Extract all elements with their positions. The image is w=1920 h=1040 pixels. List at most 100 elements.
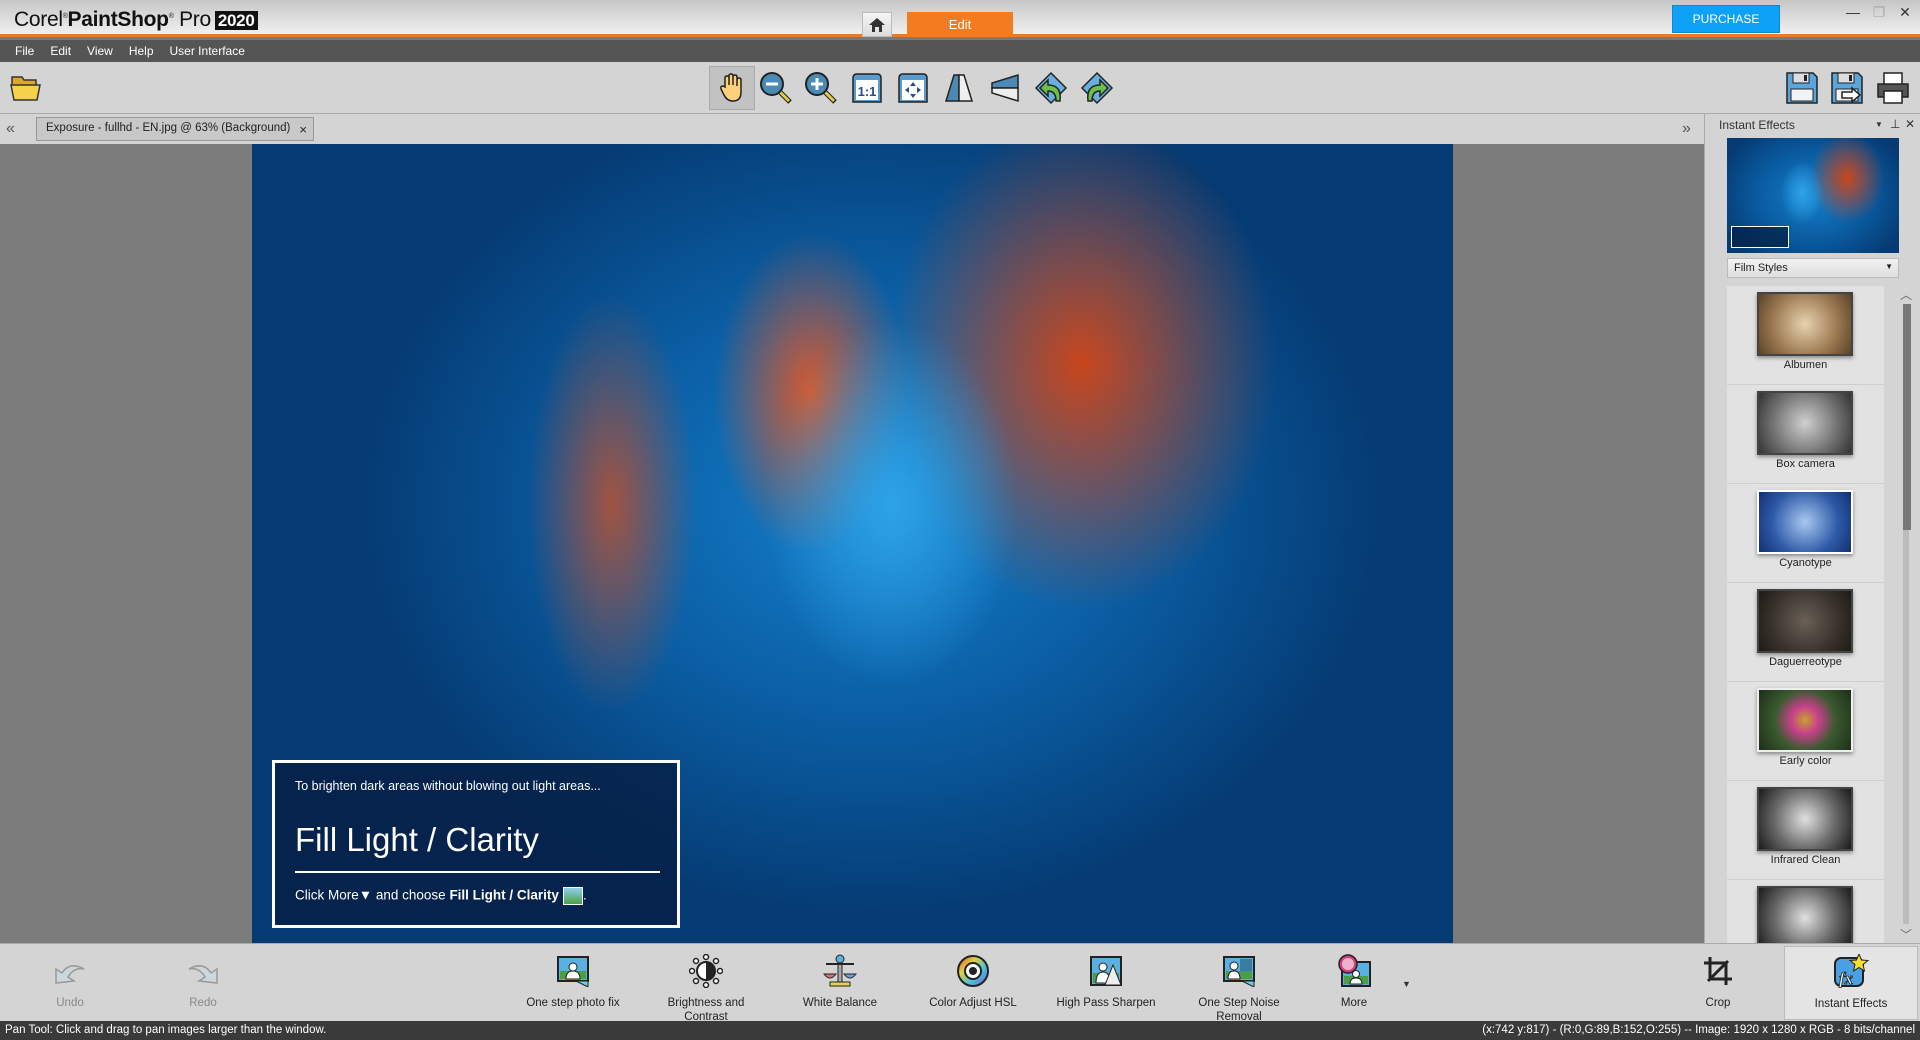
effect-thumbnail [1757, 886, 1853, 943]
redo-label: Redo [189, 997, 217, 1009]
flip-vertical-icon [991, 73, 1019, 103]
sharpen-icon [1090, 956, 1122, 986]
more-label: More [1340, 997, 1368, 1009]
tip-instruction: Click More▼ and choose Fill Light / Clar… [295, 887, 587, 905]
scroll-up-icon[interactable]: ︿ [1900, 286, 1912, 303]
effect-infrared-clean[interactable]: Infrared Clean [1727, 781, 1884, 880]
zoom-out-icon [760, 72, 792, 104]
crop-button[interactable]: Crop [1653, 952, 1783, 1010]
effect-albumen[interactable]: Albumen [1727, 286, 1884, 385]
canvas-area[interactable] [0, 144, 1704, 943]
effects-list: Albumen Box camera Cyanotype Daguerreoty… [1727, 286, 1884, 943]
more-effects-icon [1338, 954, 1371, 987]
edit-mode-tab[interactable]: Edit [907, 12, 1013, 37]
brand-corel: Corel [14, 8, 63, 31]
effect-label: Infrared Clean [1770, 854, 1841, 866]
panel-title: Instant Effects [1719, 118, 1795, 132]
effect-early-color[interactable]: Early color [1727, 682, 1884, 781]
one-step-photo-fix-button[interactable]: One step photo fix [508, 952, 638, 1010]
fit-window-icon [898, 73, 928, 103]
effect-daguerreotype[interactable]: Daguerreotype [1727, 583, 1884, 682]
color-wheel-icon [957, 955, 989, 987]
document-tab[interactable]: Exposure - fullhd - EN.jpg @ 63% (Backgr… [36, 117, 314, 141]
menu-view[interactable]: View [87, 44, 113, 58]
tip-instruction-suffix: . [582, 887, 587, 903]
crop-label: Crop [1705, 997, 1731, 1009]
white-balance-label: White Balance [802, 997, 878, 1009]
instant-effects-label: Instant Effects [1814, 998, 1888, 1010]
panel-menu-icon[interactable]: ▼ [1875, 120, 1883, 129]
document-tab-label: Exposure - fullhd - EN.jpg @ 63% (Backgr… [46, 122, 291, 134]
svg-text:fx: fx [1839, 969, 1854, 988]
brightness-contrast-button[interactable]: Brightness and Contrast [641, 952, 771, 1024]
high-pass-sharpen-button[interactable]: High Pass Sharpen [1041, 952, 1171, 1010]
fx-star-icon: fx [1834, 954, 1869, 988]
menu-edit[interactable]: Edit [50, 44, 71, 58]
undo-icon [55, 965, 85, 984]
rotate-left-button[interactable] [1031, 68, 1071, 108]
redo-button[interactable]: Redo [138, 952, 268, 1010]
white-balance-button[interactable]: White Balance [775, 952, 905, 1010]
one-step-noise-removal-button[interactable]: One Step Noise Removal [1174, 952, 1304, 1024]
more-dropdown-icon[interactable]: ▼ [1402, 979, 1411, 989]
zoom-out-button[interactable] [756, 68, 796, 108]
menu-file[interactable]: File [15, 44, 34, 58]
scroll-tabs-right-icon[interactable]: » [1682, 120, 1691, 138]
effect-category-dropdown[interactable]: Film Styles ▼ [1727, 258, 1899, 278]
purchase-button[interactable]: PURCHASE [1672, 5, 1780, 33]
save-button[interactable] [1782, 68, 1822, 108]
effect-thumbnail [1757, 589, 1853, 653]
instant-effects-button[interactable]: fx Instant Effects [1784, 946, 1918, 1020]
effect-thumbnail [1757, 391, 1853, 455]
effect-label: Daguerreotype [1769, 656, 1842, 668]
redo-icon [188, 965, 218, 984]
pin-icon[interactable]: ⊥ [1890, 117, 1900, 131]
effect-cyanotype[interactable]: Cyanotype [1727, 484, 1884, 583]
toolbar: 1:1 SOFTPEDIA [0, 62, 1920, 179]
effect-thumbnail [1757, 490, 1853, 554]
scroll-down-icon[interactable]: ﹀ [1900, 926, 1912, 943]
close-button[interactable]: ✕ [1892, 4, 1918, 21]
more-button[interactable]: More [1289, 952, 1419, 1010]
one-step-photo-fix-label: One step photo fix [526, 997, 620, 1009]
fit-window-button[interactable] [893, 68, 933, 108]
status-hint: Pan Tool: Click and drag to pan images l… [5, 1024, 327, 1036]
category-value: Film Styles [1734, 262, 1788, 274]
save-as-button[interactable] [1827, 68, 1867, 108]
open-button[interactable] [6, 68, 46, 108]
restore-button[interactable]: ❐ [1866, 4, 1892, 21]
home-icon [869, 17, 885, 32]
effect-preview [1727, 138, 1899, 253]
scroll-thumb[interactable] [1903, 304, 1911, 530]
flip-horizontal-button[interactable] [939, 68, 979, 108]
actual-size-button[interactable]: 1:1 [847, 68, 887, 108]
minimize-button[interactable]: — [1840, 4, 1866, 20]
close-tab-icon[interactable]: × [299, 122, 307, 137]
menu-user-interface[interactable]: User Interface [170, 44, 245, 58]
rotate-right-button[interactable] [1077, 68, 1117, 108]
zoom-in-button[interactable] [801, 68, 841, 108]
pan-tool-button[interactable] [709, 66, 755, 110]
color-adjust-hsl-button[interactable]: Color Adjust HSL [908, 952, 1038, 1010]
tip-overlay: To brighten dark areas without blowing o… [272, 760, 680, 928]
printer-icon [1877, 72, 1909, 104]
effect-box-camera[interactable]: Box camera [1727, 385, 1884, 484]
effect-thumbnail [1757, 688, 1853, 752]
effect-item[interactable] [1727, 880, 1884, 943]
app-logo: Corel®PaintShop® Pro 2020 [14, 8, 258, 32]
flip-vertical-button[interactable] [985, 68, 1025, 108]
tip-instruction-prefix: Click More▼ and choose [295, 887, 450, 903]
effects-scrollbar[interactable]: ︿ ﹀ [1900, 286, 1912, 943]
print-button[interactable] [1873, 68, 1913, 108]
scroll-tabs-left-icon[interactable]: « [6, 120, 15, 138]
menu-help[interactable]: Help [129, 44, 154, 58]
undo-label: Undo [56, 997, 84, 1009]
undo-button[interactable]: Undo [5, 952, 135, 1010]
home-button[interactable] [862, 12, 892, 37]
tip-divider [295, 871, 660, 873]
svg-text:1:1: 1:1 [858, 84, 877, 99]
save-as-icon [1831, 72, 1863, 104]
preview-tip-thumbnail [1731, 226, 1789, 248]
brand-product: PaintShop [67, 8, 169, 31]
panel-close-icon[interactable]: ✕ [1905, 117, 1915, 131]
